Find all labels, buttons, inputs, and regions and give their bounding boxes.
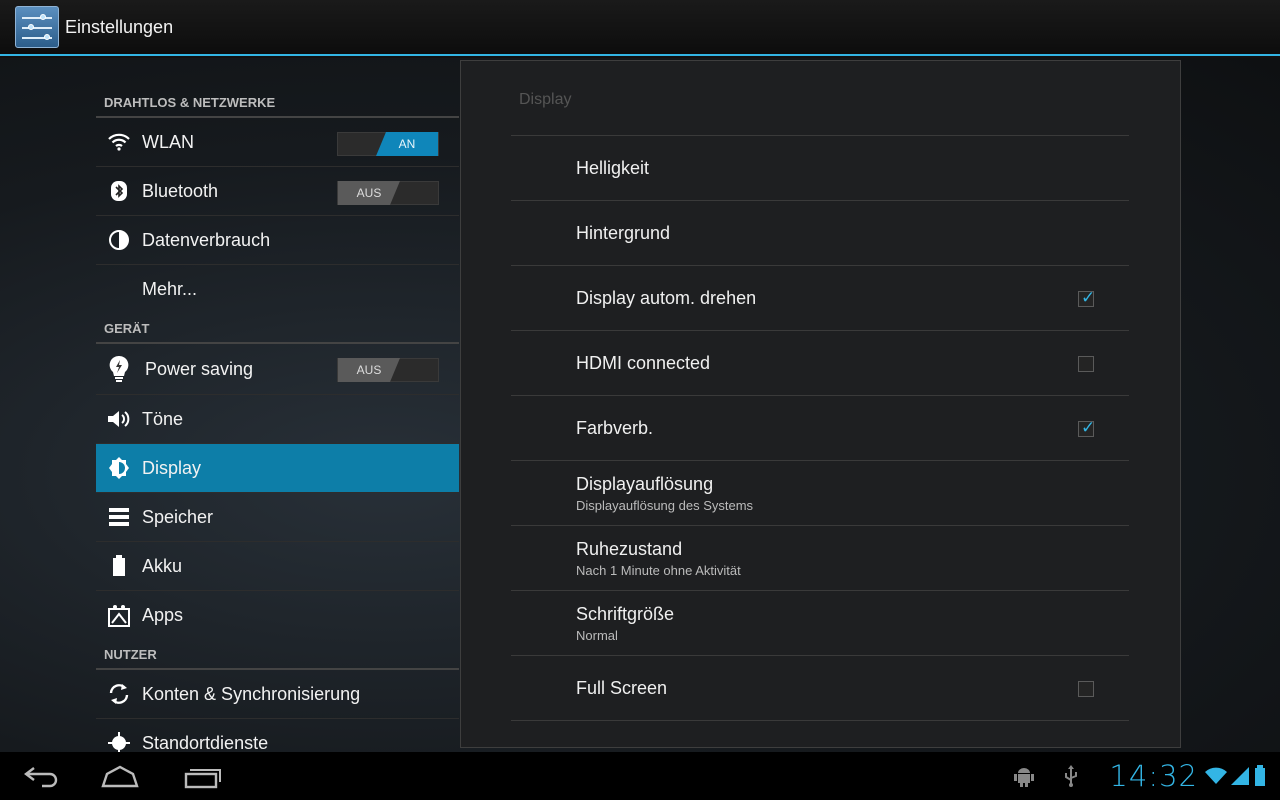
recent-apps-icon bbox=[184, 769, 221, 789]
sidebar-item-power-saving[interactable]: Power saving AUS bbox=[96, 344, 459, 395]
sidebar-item-apps[interactable]: Apps bbox=[96, 591, 459, 640]
bluetooth-icon bbox=[96, 180, 142, 202]
home-icon bbox=[101, 765, 139, 788]
pane-title: Display bbox=[519, 91, 572, 108]
settings-categories-list[interactable]: DRAHTLOS & NETZWERKE WLAN AN Bluetooth A… bbox=[96, 58, 459, 752]
apps-icon bbox=[96, 604, 142, 628]
display-preferences-list[interactable]: Helligkeit Hintergrund Display autom. dr… bbox=[511, 135, 1129, 721]
section-header-wireless: DRAHTLOS & NETZWERKE bbox=[96, 58, 459, 118]
android-debug-icon bbox=[1013, 764, 1035, 788]
data-usage-icon bbox=[96, 229, 142, 251]
usb-icon bbox=[1063, 765, 1079, 787]
sidebar-item-label: Display bbox=[142, 457, 202, 478]
pref-title: HDMI connected bbox=[576, 352, 711, 373]
back-arrow-icon bbox=[24, 767, 58, 788]
pref-color-enhancement[interactable]: Farbverb. ✓ bbox=[511, 396, 1129, 461]
toggle-thumb: AUS bbox=[338, 181, 400, 205]
clock: 14:32 bbox=[1109, 759, 1198, 793]
bluetooth-toggle[interactable]: AUS bbox=[337, 181, 439, 205]
pref-full-screen[interactable]: Full Screen bbox=[511, 656, 1129, 721]
sidebar-item-battery[interactable]: Akku bbox=[96, 542, 459, 591]
speaker-icon bbox=[96, 408, 142, 430]
sidebar-item-display[interactable]: Display bbox=[96, 444, 459, 493]
pref-title: Schriftgröße bbox=[576, 603, 675, 624]
pref-hdmi[interactable]: HDMI connected bbox=[511, 331, 1129, 396]
sidebar-item-label: Speicher bbox=[142, 506, 214, 527]
pref-title: Farbverb. bbox=[576, 417, 654, 438]
pref-auto-rotate[interactable]: Display autom. drehen ✓ bbox=[511, 266, 1129, 331]
sidebar-item-label: Konten & Synchronisierung bbox=[142, 683, 361, 704]
sidebar-item-storage[interactable]: Speicher bbox=[96, 493, 459, 542]
brightness-icon bbox=[96, 456, 142, 480]
sidebar-item-data-usage[interactable]: Datenverbrauch bbox=[96, 216, 459, 265]
section-header-user: NUTZER bbox=[96, 640, 459, 670]
sidebar-item-more[interactable]: Mehr... bbox=[96, 265, 459, 314]
display-settings-pane: Display Helligkeit Hintergrund Display a… bbox=[460, 60, 1181, 748]
sidebar-item-label: Power saving bbox=[145, 358, 254, 379]
sidebar-item-label: Mehr... bbox=[142, 279, 198, 299]
hdmi-checkbox[interactable] bbox=[1078, 356, 1094, 372]
toggle-thumb: AUS bbox=[338, 358, 400, 382]
sidebar-item-bluetooth[interactable]: Bluetooth AUS bbox=[96, 167, 459, 216]
sidebar-item-label: WLAN bbox=[142, 131, 195, 152]
sidebar-item-label: Akku bbox=[142, 555, 183, 576]
storage-icon bbox=[96, 507, 142, 527]
pref-title: Displayauflösung bbox=[576, 473, 714, 494]
power-saving-toggle[interactable]: AUS bbox=[337, 358, 439, 382]
pref-resolution[interactable]: Displayauflösung Displayauflösung des Sy… bbox=[511, 461, 1129, 526]
settings-app-icon[interactable] bbox=[15, 6, 59, 48]
checkmark-icon: ✓ bbox=[1081, 288, 1096, 307]
action-bar: Einstellungen bbox=[0, 0, 1280, 56]
pref-sleep[interactable]: Ruhezustand Nach 1 Minute ohne Aktivität bbox=[511, 526, 1129, 591]
cell-signal-icon bbox=[1230, 766, 1250, 786]
sidebar-item-label: Standortdienste bbox=[142, 732, 269, 753]
full-screen-checkbox[interactable] bbox=[1078, 681, 1094, 697]
pref-font-size[interactable]: Schriftgröße Normal bbox=[511, 591, 1129, 656]
pref-summary: Displayauflösung des Systems bbox=[576, 497, 754, 513]
pref-brightness[interactable]: Helligkeit bbox=[511, 136, 1129, 201]
pref-title: Helligkeit bbox=[576, 157, 650, 178]
home-button[interactable] bbox=[100, 762, 140, 790]
battery-status-icon bbox=[1254, 765, 1266, 787]
location-icon bbox=[96, 731, 142, 752]
wifi-signal-icon bbox=[1204, 766, 1228, 786]
sidebar-item-accounts-sync[interactable]: Konten & Synchronisierung bbox=[96, 670, 459, 719]
pref-title: Ruhezustand bbox=[576, 538, 683, 559]
app-title: Einstellungen bbox=[65, 16, 174, 37]
battery-icon bbox=[96, 555, 142, 577]
auto-rotate-checkbox[interactable]: ✓ bbox=[1078, 288, 1096, 307]
back-button[interactable] bbox=[22, 762, 62, 790]
pref-title: Hintergrund bbox=[576, 222, 671, 243]
sidebar-item-location[interactable]: Standortdienste bbox=[96, 719, 459, 752]
sidebar-item-wlan[interactable]: WLAN AN bbox=[96, 118, 459, 167]
toggle-thumb: AN bbox=[376, 132, 438, 156]
section-header-device: GERÄT bbox=[96, 314, 459, 344]
color-enhancement-checkbox[interactable]: ✓ bbox=[1078, 418, 1096, 437]
sidebar-item-label: Apps bbox=[142, 605, 184, 625]
system-bar: 14:32 bbox=[0, 752, 1280, 800]
pref-title: Full Screen bbox=[576, 677, 668, 698]
pref-summary: Nach 1 Minute ohne Aktivität bbox=[576, 562, 741, 578]
wlan-toggle[interactable]: AN bbox=[337, 132, 439, 156]
sidebar-item-label: Töne bbox=[142, 408, 184, 429]
pref-title: Display autom. drehen bbox=[576, 287, 757, 308]
sidebar-item-sounds[interactable]: Töne bbox=[96, 395, 459, 444]
checkmark-icon: ✓ bbox=[1081, 418, 1096, 437]
pref-wallpaper[interactable]: Hintergrund bbox=[511, 201, 1129, 266]
pref-summary: Normal bbox=[576, 627, 618, 643]
recent-apps-button[interactable] bbox=[182, 762, 222, 790]
wifi-icon bbox=[96, 132, 142, 152]
sidebar-item-label: Bluetooth bbox=[142, 180, 219, 201]
sidebar-item-label: Datenverbrauch bbox=[142, 229, 271, 250]
status-area[interactable]: 14:32 bbox=[1013, 752, 1280, 800]
sync-icon bbox=[96, 682, 142, 706]
lightbulb-icon bbox=[96, 354, 142, 384]
